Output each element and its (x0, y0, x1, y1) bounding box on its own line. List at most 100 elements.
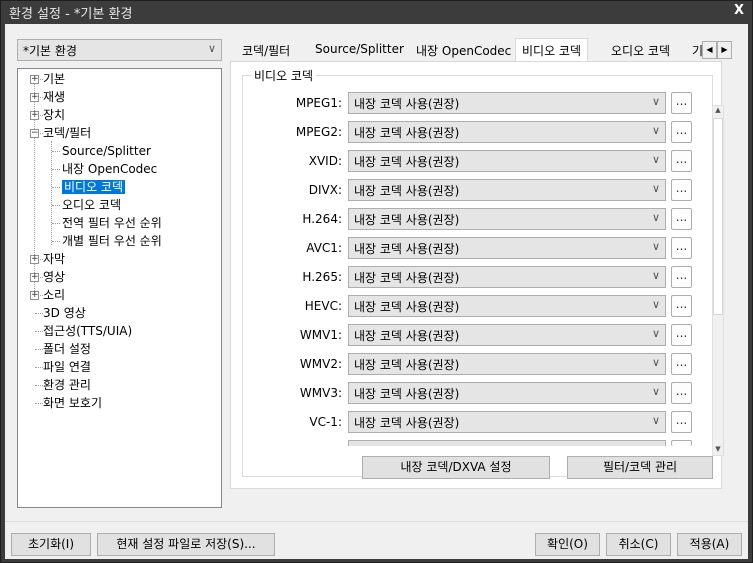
tree-item-label: 영상 (43, 270, 66, 284)
video-codec-panel: 비디오 코덱 MPEG1: 내장 코덱 사용(권장) ∨ ... MPEG2: 내장… (230, 61, 724, 489)
chevron-down-icon: ∨ (651, 95, 660, 108)
codec-options-button[interactable]: ... (671, 150, 692, 172)
codec-options-button[interactable]: ... (671, 92, 692, 114)
client-area: *기본 환경 ∨ 기본 + 재생 + 장치 + 코덱/필터 − Source/Splitter 내… (5, 24, 748, 559)
tree-item[interactable]: 3D 영상 (43, 304, 86, 322)
tree-line (35, 349, 43, 350)
codec-label: WMV2: (299, 357, 342, 371)
chevron-down-icon: ∨ (651, 269, 660, 282)
expand-icon[interactable]: + (30, 93, 39, 102)
chevron-down-icon: ∨ (651, 414, 660, 427)
tab[interactable]: 내장 OpenCodec (410, 39, 517, 61)
tree-item[interactable]: 개별 필터 우선 순위 (62, 232, 162, 250)
tree-item[interactable]: 기본 (43, 70, 65, 88)
tab-scroll-left-icon[interactable]: ◀ (702, 41, 717, 59)
codec-options-button[interactable]: ... (671, 179, 692, 201)
tree-item-label: 전역 필터 우선 순위 (62, 216, 162, 230)
codec-select[interactable]: 내장 코덱 사용(권장) ∨ (348, 237, 666, 259)
tree-line (52, 205, 60, 206)
dxva-settings-button[interactable]: 내장 코덱/DXVA 설정 (362, 456, 550, 479)
tree-item[interactable]: 파일 연결 (43, 358, 91, 376)
codec-options-button[interactable]: ... (671, 208, 692, 230)
codec-select[interactable]: 내장 코덱 사용(권장) ∨ (348, 324, 666, 346)
profile-select[interactable]: *기본 환경 ∨ (17, 39, 222, 61)
tree-item[interactable]: 전역 필터 우선 순위 (62, 214, 162, 232)
codec-value: 내장 코덱 사용(권장) (354, 155, 460, 169)
tab[interactable]: 비디오 코덱 (515, 38, 589, 62)
codec-label: WMV1: (299, 328, 342, 342)
tab[interactable]: 오디오 코덱 (605, 39, 676, 61)
scroll-up-icon[interactable]: ▲ (713, 106, 723, 116)
tab[interactable]: 기 (692, 39, 702, 61)
tree-item[interactable]: 비디오 코덱 (62, 178, 126, 196)
codec-options-button[interactable]: ... (671, 237, 692, 259)
codec-value: 내장 코덱 사용(권장) (354, 126, 460, 140)
tree-item-label: 파일 연결 (43, 360, 91, 374)
codec-options-button-partial[interactable] (671, 440, 692, 446)
tree-item[interactable]: 영상 (43, 268, 65, 286)
apply-button[interactable]: 적용(A) (677, 533, 742, 556)
codec-select[interactable]: 내장 코덱 사용(권장) ∨ (348, 353, 666, 375)
codec-select[interactable]: 내장 코덱 사용(권장) ∨ (348, 208, 666, 230)
settings-tree[interactable]: 기본 + 재생 + 장치 + 코덱/필터 − Source/Splitter 내장 OpenCod… (17, 68, 222, 508)
group-title: 비디오 코덱 (251, 67, 317, 84)
scrollbar[interactable]: ▲ ▼ (712, 105, 724, 456)
codec-select[interactable]: 내장 코덱 사용(권장) ∨ (348, 179, 666, 201)
tree-item[interactable]: 장치 (43, 106, 65, 124)
codec-select[interactable]: 내장 코덱 사용(권장) ∨ (348, 411, 666, 433)
expand-icon[interactable]: + (30, 273, 39, 282)
expand-icon[interactable]: + (30, 75, 39, 84)
tab-scroll-right-icon[interactable]: ▶ (717, 41, 732, 59)
close-icon[interactable]: X (734, 3, 744, 18)
chevron-down-icon: ∨ (651, 124, 660, 137)
cancel-button[interactable]: 취소(C) (606, 533, 671, 556)
chevron-down-icon: ∨ (651, 182, 660, 195)
tree-item[interactable]: 재생 (43, 88, 65, 106)
chevron-down-icon: ∨ (651, 385, 660, 398)
codec-label: XVID: (308, 154, 342, 168)
tree-line (52, 151, 60, 152)
codec-options-button[interactable]: ... (671, 411, 692, 433)
tab[interactable]: Source/Splitter (309, 39, 410, 61)
filter-manager-button[interactable]: 필터/코덱 관리 (567, 456, 713, 479)
codec-select[interactable]: 내장 코덱 사용(권장) ∨ (348, 266, 666, 288)
collapse-icon[interactable]: − (30, 129, 39, 138)
tree-line (52, 223, 60, 224)
expand-icon[interactable]: + (30, 111, 39, 120)
codec-select-partial[interactable] (348, 440, 666, 446)
codec-options-button[interactable]: ... (671, 324, 692, 346)
codec-options-button[interactable]: ... (671, 353, 692, 375)
scroll-down-icon[interactable]: ▼ (713, 445, 723, 455)
tree-line (35, 313, 43, 314)
codec-options-button[interactable]: ... (671, 121, 692, 143)
tree-item[interactable]: 소리 (43, 286, 65, 304)
tree-line (35, 367, 43, 368)
codec-options-button[interactable]: ... (671, 382, 692, 404)
tree-item[interactable]: 폴더 설정 (43, 340, 91, 358)
expand-icon[interactable]: + (30, 291, 39, 300)
save-to-file-button[interactable]: 현재 설정 파일로 저장(S)... (97, 533, 275, 556)
tree-item[interactable]: Source/Splitter (62, 142, 151, 160)
tree-item[interactable]: 접근성(TTS/UIA) (43, 322, 132, 340)
tab[interactable]: 코덱/필터 (236, 39, 296, 61)
codec-select[interactable]: 내장 코덱 사용(권장) ∨ (348, 121, 666, 143)
ok-button[interactable]: 확인(O) (535, 533, 600, 556)
codec-label: HEVC: (304, 299, 342, 313)
codec-select[interactable]: 내장 코덱 사용(권장) ∨ (348, 150, 666, 172)
reset-button[interactable]: 초기화(I) (11, 533, 91, 556)
profile-value: *기본 환경 (23, 44, 77, 58)
tree-item[interactable]: 코덱/필터 (43, 124, 91, 142)
tree-item[interactable]: 오디오 코덱 (62, 196, 121, 214)
codec-select[interactable]: 내장 코덱 사용(권장) ∨ (348, 382, 666, 404)
tree-item[interactable]: 내장 OpenCodec (62, 160, 157, 178)
codec-select[interactable]: 내장 코덱 사용(권장) ∨ (348, 92, 666, 114)
tree-item[interactable]: 환경 관리 (43, 376, 91, 394)
tree-item-label: 3D 영상 (43, 306, 86, 320)
codec-select[interactable]: 내장 코덱 사용(권장) ∨ (348, 295, 666, 317)
codec-options-button[interactable]: ... (671, 266, 692, 288)
tree-item[interactable]: 화면 보호기 (43, 394, 102, 412)
scroll-thumb[interactable] (713, 118, 723, 315)
codec-options-button[interactable]: ... (671, 295, 692, 317)
expand-icon[interactable]: + (30, 255, 39, 264)
tree-item[interactable]: 자막 (43, 250, 65, 268)
